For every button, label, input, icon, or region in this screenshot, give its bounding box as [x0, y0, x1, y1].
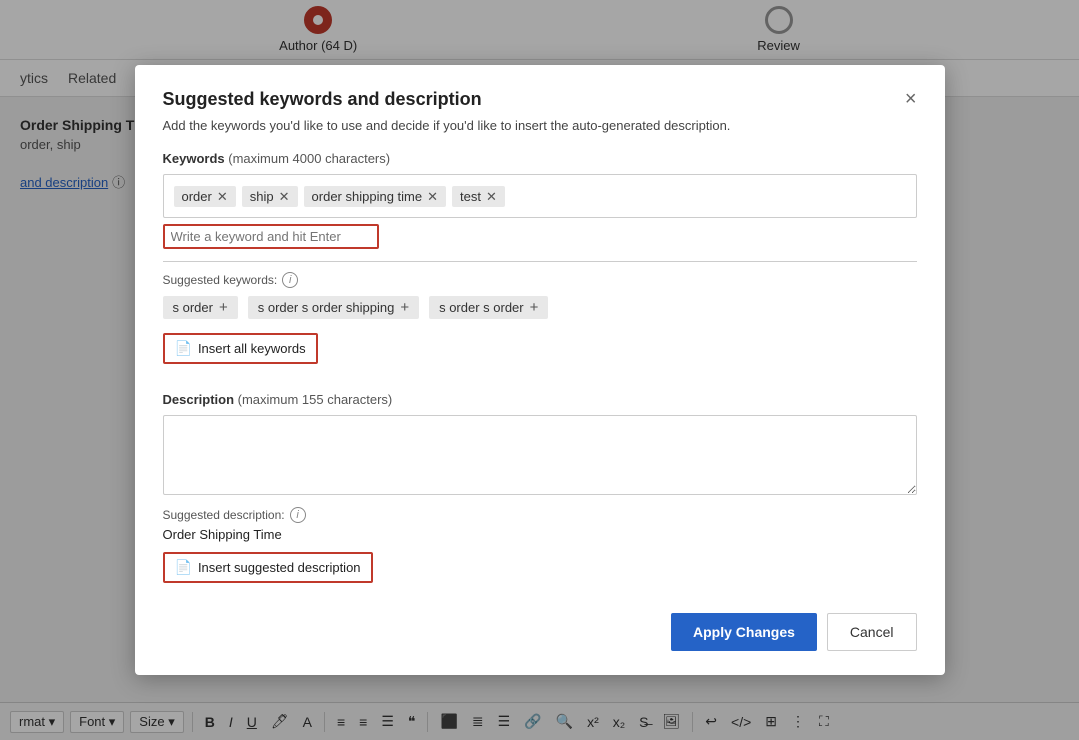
suggested-keywords-list: s order + s order s order shipping + s o…	[163, 296, 917, 319]
keywords-box: order ✕ ship ✕ order shipping time ✕ tes…	[163, 174, 917, 218]
remove-keyword-test[interactable]: ✕	[486, 190, 497, 203]
add-suggested-s-order-s-order[interactable]: +	[530, 300, 539, 315]
modal-overlay: Suggested keywords and description × Add…	[0, 0, 1079, 740]
keywords-section-label: Keywords (maximum 4000 characters)	[163, 151, 917, 166]
modal-dialog: Suggested keywords and description × Add…	[135, 65, 945, 675]
description-textarea[interactable]	[163, 415, 917, 495]
remove-keyword-order-shipping-time[interactable]: ✕	[427, 190, 438, 203]
add-suggested-s-order-shipping[interactable]: +	[400, 300, 409, 315]
keyword-input[interactable]	[171, 229, 371, 244]
keyword-tag-ship: ship ✕	[242, 186, 298, 207]
description-section-label: Description (maximum 155 characters)	[163, 392, 917, 407]
keyword-tag-order: order ✕	[174, 186, 236, 207]
cancel-button[interactable]: Cancel	[827, 613, 917, 651]
add-suggested-s-order[interactable]: +	[219, 300, 228, 315]
modal-title: Suggested keywords and description	[163, 89, 482, 110]
suggested-keywords-info-icon[interactable]: i	[282, 272, 298, 288]
keyword-tag-order-shipping-time: order shipping time ✕	[304, 186, 446, 207]
suggested-description-label: Suggested description: i	[163, 507, 917, 523]
suggested-keywords-label: Suggested keywords: i	[163, 272, 917, 288]
apply-changes-button[interactable]: Apply Changes	[671, 613, 817, 651]
modal-footer: Apply Changes Cancel	[163, 613, 917, 651]
suggested-description-info-icon[interactable]: i	[290, 507, 306, 523]
modal-close-button[interactable]: ×	[905, 89, 917, 109]
suggested-tag-s-order: s order +	[163, 296, 238, 319]
suggested-description-text: Order Shipping Time	[163, 527, 917, 542]
modal-header: Suggested keywords and description ×	[163, 89, 917, 110]
insert-all-keywords-button[interactable]: 📄 Insert all keywords	[163, 333, 318, 364]
remove-keyword-order[interactable]: ✕	[217, 190, 228, 203]
modal-subtitle: Add the keywords you'd like to use and d…	[163, 118, 917, 133]
insert-suggested-description-button[interactable]: 📄 Insert suggested description	[163, 552, 373, 583]
insert-desc-icon: 📄	[175, 559, 192, 576]
suggested-tag-s-order-shipping: s order s order shipping +	[248, 296, 419, 319]
insert-all-keywords-icon: 📄	[175, 340, 192, 357]
suggested-tag-s-order-s-order: s order s order +	[429, 296, 548, 319]
remove-keyword-ship[interactable]: ✕	[279, 190, 290, 203]
divider-1	[163, 261, 917, 262]
keyword-input-wrapper[interactable]	[163, 224, 379, 249]
keyword-tag-test: test ✕	[452, 186, 505, 207]
